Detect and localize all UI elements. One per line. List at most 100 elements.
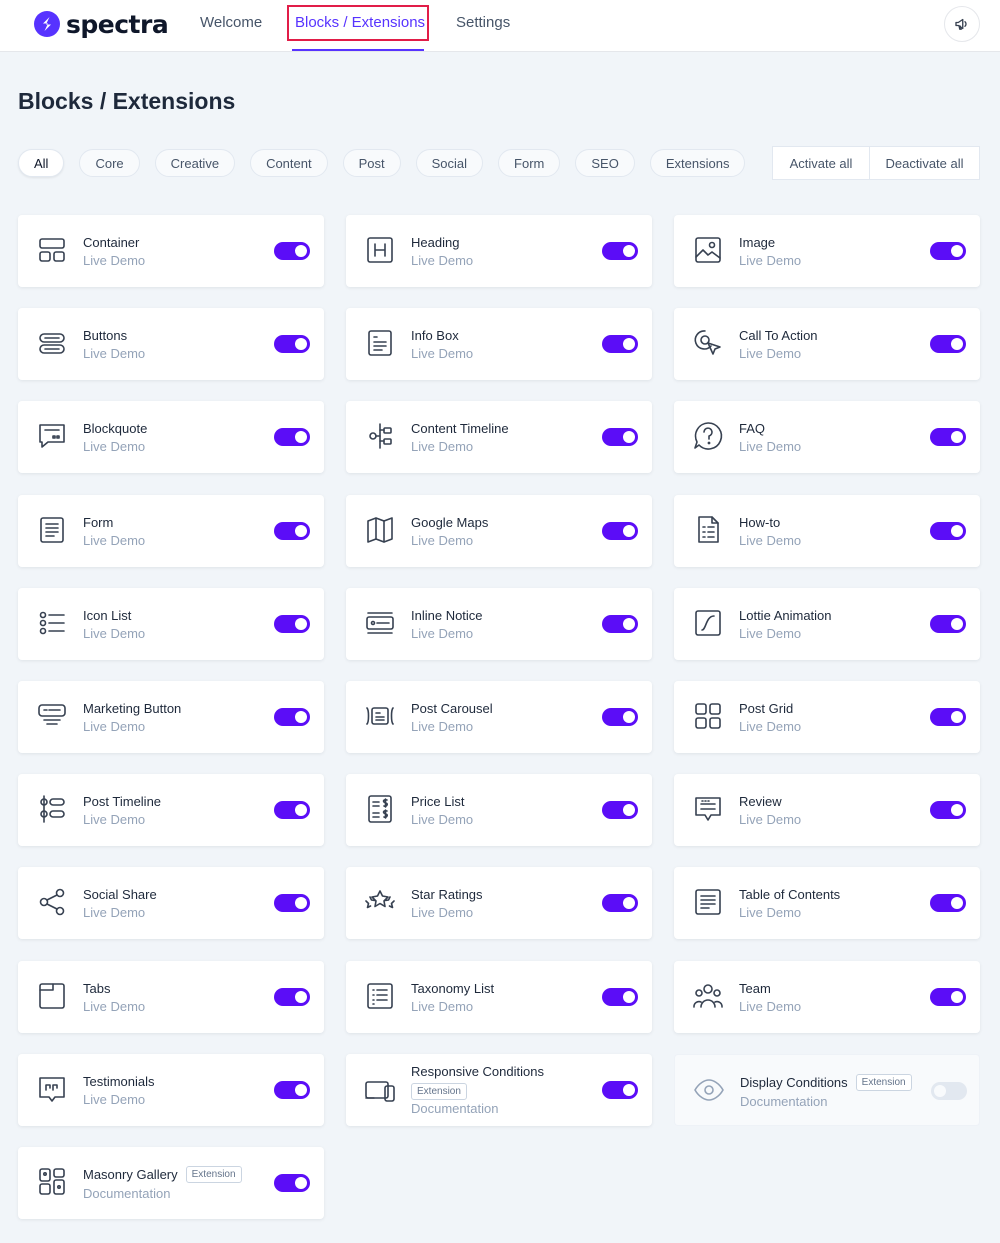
block-toggle-switch[interactable] — [931, 1082, 967, 1100]
documentation-link[interactable]: Documentation — [83, 1186, 242, 1201]
megaphone-icon — [955, 18, 967, 30]
live-demo-link[interactable]: Live Demo — [739, 719, 801, 734]
live-demo-link[interactable]: Live Demo — [411, 719, 493, 734]
live-demo-link[interactable]: Live Demo — [83, 1092, 155, 1107]
block-toggle-switch[interactable] — [274, 1174, 310, 1192]
live-demo-link[interactable]: Live Demo — [83, 533, 145, 548]
activate-all-button[interactable]: Activate all — [773, 147, 870, 179]
live-demo-link[interactable]: Live Demo — [83, 999, 145, 1014]
live-demo-link[interactable]: Live Demo — [739, 533, 801, 548]
nav-tab-welcome[interactable]: Welcome — [200, 14, 262, 31]
live-demo-link[interactable]: Live Demo — [411, 346, 473, 361]
block-toggle-switch[interactable] — [930, 615, 966, 633]
filter-chip-form[interactable]: Form — [498, 149, 561, 177]
block-toggle-switch[interactable] — [930, 428, 966, 446]
live-demo-link[interactable]: Live Demo — [83, 812, 161, 827]
block-toggle-switch[interactable] — [930, 522, 966, 540]
live-demo-link[interactable]: Live Demo — [411, 253, 473, 268]
block-text: Call To Action Live Demo — [739, 308, 818, 380]
filter-chip-extensions[interactable]: Extensions — [649, 149, 746, 177]
announcements-button[interactable] — [944, 6, 980, 42]
block-title-row: Taxonomy List — [411, 981, 494, 996]
block-toggle-switch[interactable] — [930, 988, 966, 1006]
block-toggle-switch[interactable] — [930, 894, 966, 912]
live-demo-link[interactable]: Live Demo — [411, 439, 509, 454]
deactivate-all-button[interactable]: Deactivate all — [870, 147, 979, 179]
documentation-link[interactable]: Documentation — [740, 1094, 912, 1109]
block-toggle-switch[interactable] — [930, 708, 966, 726]
live-demo-link[interactable]: Live Demo — [739, 253, 801, 268]
live-demo-link[interactable]: Live Demo — [411, 533, 488, 548]
tabs-icon — [35, 979, 69, 1013]
block-card-faq: FAQ Live Demo — [674, 401, 980, 473]
block-toggle-switch[interactable] — [930, 335, 966, 353]
live-demo-link[interactable]: Live Demo — [83, 439, 147, 454]
live-demo-link[interactable]: Live Demo — [83, 626, 145, 641]
live-demo-link[interactable]: Live Demo — [739, 439, 801, 454]
live-demo-link[interactable]: Live Demo — [83, 346, 145, 361]
block-toggle-switch[interactable] — [274, 988, 310, 1006]
filter-chip-seo[interactable]: SEO — [575, 149, 635, 177]
block-toggle-switch[interactable] — [274, 428, 310, 446]
google-maps-icon — [363, 513, 397, 547]
block-card-responsive-conditions: Responsive Conditions Extension Documentat… — [346, 1054, 652, 1126]
live-demo-link[interactable]: Live Demo — [739, 346, 818, 361]
live-demo-link[interactable]: Live Demo — [411, 812, 473, 827]
live-demo-link[interactable]: Live Demo — [739, 626, 832, 641]
info-box-icon — [363, 326, 397, 360]
block-toggle-switch[interactable] — [602, 242, 638, 260]
block-toggle-switch[interactable] — [274, 242, 310, 260]
nav-tab-settings[interactable]: Settings — [456, 14, 510, 31]
block-text: Marketing Button Live Demo — [83, 681, 181, 753]
block-toggle-switch[interactable] — [602, 1081, 638, 1099]
filter-chip-creative[interactable]: Creative — [154, 149, 236, 177]
spectra-logo[interactable]: spectra — [34, 10, 169, 39]
live-demo-link[interactable]: Live Demo — [83, 905, 157, 920]
filter-chip-post[interactable]: Post — [342, 149, 401, 177]
nav-tab-blocks-extensions[interactable]: Blocks / Extensions — [295, 14, 425, 31]
block-title: Tabs — [83, 980, 111, 996]
block-toggle-switch[interactable] — [274, 1081, 310, 1099]
block-toggle-switch[interactable] — [602, 988, 638, 1006]
block-toggle-switch[interactable] — [274, 615, 310, 633]
filter-chip-all[interactable]: All — [18, 149, 65, 177]
filter-chip-social[interactable]: Social — [415, 149, 484, 177]
live-demo-link[interactable]: Live Demo — [739, 812, 801, 827]
live-demo-link[interactable]: Live Demo — [83, 719, 181, 734]
live-demo-link[interactable]: Live Demo — [739, 999, 801, 1014]
block-title: Inline Notice — [411, 607, 483, 623]
live-demo-link[interactable]: Live Demo — [739, 905, 840, 920]
live-demo-link[interactable]: Live Demo — [83, 253, 145, 268]
block-toggle-switch[interactable] — [602, 801, 638, 819]
block-toggle-switch[interactable] — [274, 801, 310, 819]
block-card-how-to: How-to Live Demo — [674, 495, 980, 567]
block-toggle-switch[interactable] — [930, 801, 966, 819]
block-toggle-switch[interactable] — [274, 522, 310, 540]
documentation-link[interactable]: Documentation — [411, 1101, 544, 1116]
block-text: Price List Live Demo — [411, 774, 473, 846]
block-text: Masonry Gallery Extension Documentation — [83, 1147, 242, 1219]
form-icon — [35, 513, 69, 547]
block-title-row: Heading — [411, 235, 473, 250]
block-toggle-switch[interactable] — [602, 522, 638, 540]
block-toggle-switch[interactable] — [602, 428, 638, 446]
block-title-row: Responsive Conditions — [411, 1064, 544, 1079]
block-toggle-switch[interactable] — [274, 335, 310, 353]
block-toggle-switch[interactable] — [602, 615, 638, 633]
block-card-marketing-button: Marketing Button Live Demo — [18, 681, 324, 753]
block-card-team: Team Live Demo — [674, 961, 980, 1033]
block-toggle-switch[interactable] — [602, 335, 638, 353]
live-demo-link[interactable]: Live Demo — [411, 999, 494, 1014]
block-toggle-switch[interactable] — [602, 708, 638, 726]
block-toggle-switch[interactable] — [274, 708, 310, 726]
block-text: Responsive Conditions Extension Documentat… — [411, 1054, 544, 1126]
filter-chip-core[interactable]: Core — [79, 149, 140, 177]
block-toggle-switch[interactable] — [274, 894, 310, 912]
live-demo-link[interactable]: Live Demo — [411, 905, 483, 920]
block-title-row: Icon List — [83, 608, 145, 623]
live-demo-link[interactable]: Live Demo — [411, 626, 483, 641]
block-toggle-switch[interactable] — [602, 894, 638, 912]
heading-icon — [363, 233, 397, 267]
filter-chip-content[interactable]: Content — [250, 149, 328, 177]
block-toggle-switch[interactable] — [930, 242, 966, 260]
